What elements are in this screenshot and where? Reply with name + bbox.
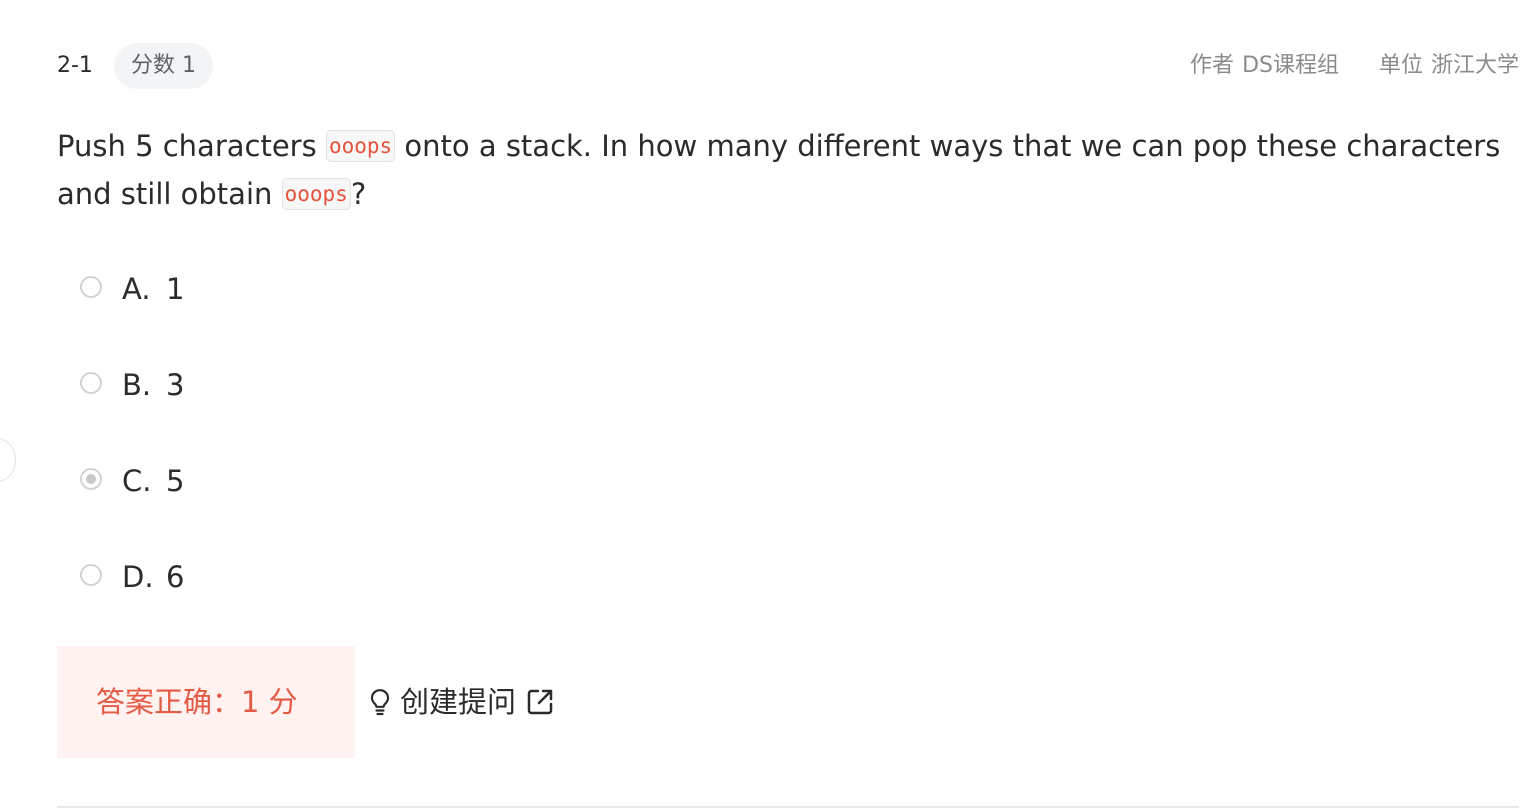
side-panel-toggle[interactable] bbox=[0, 438, 16, 482]
inline-code-ooops-second: ooops bbox=[281, 178, 351, 210]
option-c-value: 5 bbox=[166, 464, 185, 498]
problem-card: 2-1 分数 1 作者 DS课程组 单位 浙江大学 Push 5 charact… bbox=[57, 0, 1519, 810]
option-c-letter: C. bbox=[122, 464, 152, 498]
bottom-divider bbox=[57, 806, 1519, 808]
score-value: 1 bbox=[182, 53, 197, 78]
score-badge: 分数 1 bbox=[114, 43, 214, 89]
option-a[interactable]: A. 1 bbox=[80, 258, 680, 354]
correct-answer-text: 答案正确：1 分 bbox=[96, 685, 298, 719]
option-d-value: 6 bbox=[166, 560, 185, 594]
unit-label: 单位 bbox=[1378, 53, 1423, 78]
option-d-letter: D. bbox=[122, 560, 154, 594]
result-row: 答案正确：1 分 创建提问 bbox=[57, 646, 757, 758]
option-a-value: 1 bbox=[166, 272, 185, 306]
question-text: Push 5 characters ooops onto a stack. In… bbox=[57, 122, 1519, 218]
problem-number: 2-1 bbox=[57, 53, 93, 78]
author-info: 作者 DS课程组 bbox=[1190, 52, 1339, 80]
create-question-label: 创建提问 bbox=[400, 685, 517, 719]
lightbulb-icon bbox=[368, 687, 392, 717]
correct-answer-box: 答案正确：1 分 bbox=[57, 646, 355, 758]
inline-code-ooops-first: ooops bbox=[325, 130, 396, 162]
unit-value: 浙江大学 bbox=[1430, 53, 1519, 78]
author-value: DS课程组 bbox=[1242, 53, 1339, 78]
score-label: 分数 bbox=[131, 53, 176, 78]
radio-button-c-selected[interactable] bbox=[80, 468, 102, 490]
option-b[interactable]: B. 3 bbox=[80, 354, 680, 450]
radio-button-a[interactable] bbox=[80, 276, 102, 298]
radio-button-b[interactable] bbox=[80, 372, 102, 394]
option-b-letter: B. bbox=[122, 368, 152, 402]
option-c[interactable]: C. 5 bbox=[80, 450, 680, 546]
option-a-letter: A. bbox=[122, 272, 151, 306]
problem-header: 2-1 分数 1 作者 DS课程组 单位 浙江大学 bbox=[57, 40, 1519, 92]
external-link-icon bbox=[524, 686, 556, 718]
problem-meta: 作者 DS课程组 单位 浙江大学 bbox=[1190, 52, 1519, 80]
answer-options: A. 1 B. 3 C. 5 D. 6 bbox=[80, 258, 680, 642]
unit-info: 单位 浙江大学 bbox=[1379, 52, 1519, 80]
question-text-before-code: Push 5 characters bbox=[57, 129, 326, 163]
author-label: 作者 bbox=[1190, 53, 1235, 78]
create-question-link[interactable]: 创建提问 bbox=[368, 684, 556, 720]
option-b-value: 3 bbox=[166, 368, 185, 402]
radio-button-d[interactable] bbox=[80, 564, 102, 586]
question-text-after: ? bbox=[350, 177, 367, 211]
option-d[interactable]: D. 6 bbox=[80, 546, 680, 642]
